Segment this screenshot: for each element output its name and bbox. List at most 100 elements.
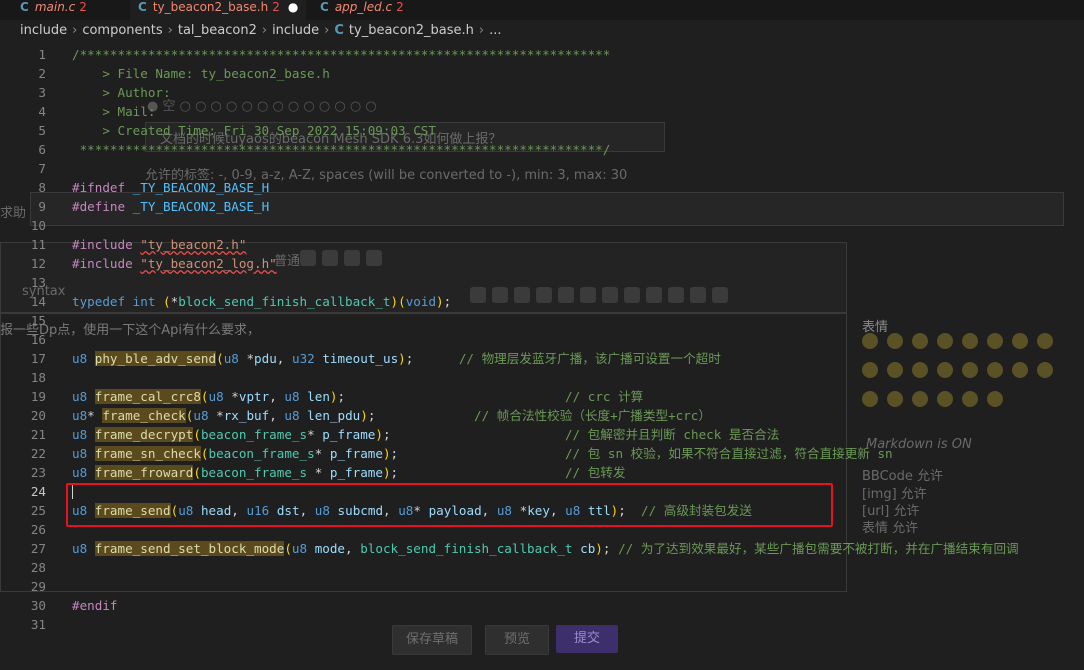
code-text: ****************************************… xyxy=(72,142,611,157)
code-line[interactable]: 21 u8 frame_decrypt(beacon_frame_s* p_fra… xyxy=(0,425,1084,444)
line-number: 14 xyxy=(30,294,46,309)
line-number: 30 xyxy=(30,598,46,613)
c-file-icon: C xyxy=(320,0,329,14)
tab-ty-beacon2-base-h[interactable]: Cty_beacon2_base.h 2 ● xyxy=(130,0,307,20)
line-number: 16 xyxy=(30,332,46,347)
code-text: > Created Time: Fri 30 Sep 2022 15:09:03… xyxy=(72,123,436,138)
code-text: typedef int (*block_send_finish_callback… xyxy=(72,294,452,309)
code-text: #endif xyxy=(72,598,118,613)
code-text: /***************************************… xyxy=(72,47,611,62)
code-line[interactable]: 14 typedef int (*block_send_finish_callba… xyxy=(0,292,1084,311)
line-number: 4 xyxy=(38,104,46,119)
line-number: 12 xyxy=(30,256,46,271)
chevron-right-icon: › xyxy=(72,23,78,38)
line-number: 26 xyxy=(30,522,46,537)
chevron-right-icon: › xyxy=(167,23,173,38)
code-line[interactable]: 10 xyxy=(0,216,1084,235)
line-number: 20 xyxy=(30,408,46,423)
line-number: 17 xyxy=(30,351,46,366)
code-line[interactable]: 12 #include "ty_beacon2_log.h" xyxy=(0,254,1084,273)
line-number: 3 xyxy=(38,85,46,100)
code-text: #include "ty_beacon2.h" xyxy=(72,237,247,252)
code-line[interactable]: 22 u8 frame_sn_check(beacon_frame_s* p_fr… xyxy=(0,444,1084,463)
line-number: 27 xyxy=(30,541,46,556)
line-number: 29 xyxy=(30,579,46,594)
line-number: 21 xyxy=(30,427,46,442)
line-number: 8 xyxy=(38,180,46,195)
line-number: 9 xyxy=(38,199,46,214)
code-text: u8 frame_cal_crc8(u8 *vptr, u8 len); // … xyxy=(72,389,644,404)
code-line[interactable]: 1 /**************************************… xyxy=(0,45,1084,64)
code-line[interactable]: 30 #endif xyxy=(0,596,1084,615)
breadcrumb-item[interactable]: ty_beacon2_base.h xyxy=(349,23,474,38)
breadcrumb-item[interactable]: ... xyxy=(489,23,501,38)
c-file-icon: C xyxy=(138,0,147,14)
code-line[interactable]: 5 > Created Time: Fri 30 Sep 2022 15:09:… xyxy=(0,121,1084,140)
breadcrumb: include › components › tal_beacon2 › include › C… xyxy=(0,20,1084,42)
code-line[interactable]: 9 #define _TY_BEACON2_BASE_H xyxy=(0,197,1084,216)
line-number: 1 xyxy=(38,47,46,62)
line-number: 24 xyxy=(30,484,46,499)
line-number: 6 xyxy=(38,142,46,157)
code-line[interactable]: 20 u8* frame_check(u8 *rx_buf, u8 len_pdu… xyxy=(0,406,1084,425)
line-number: 28 xyxy=(30,560,46,575)
code-line[interactable]: 31 xyxy=(0,615,1084,634)
line-number: 23 xyxy=(30,465,46,480)
code-line[interactable]: 29 xyxy=(0,577,1084,596)
code-text: u8 phy_ble_adv_send(u8 *pdu, u32 timeout… xyxy=(72,351,721,366)
code-text: #include "ty_beacon2_log.h" xyxy=(72,256,277,271)
code-line[interactable]: 3 > Author: xyxy=(0,83,1084,102)
code-text: #ifndef _TY_BEACON2_BASE_H xyxy=(72,180,270,195)
code-line[interactable]: 13 xyxy=(0,273,1084,292)
code-text: > Mail: xyxy=(72,104,156,119)
code-line[interactable]: 19 u8 frame_cal_crc8(u8 *vptr, u8 len); /… xyxy=(0,387,1084,406)
code-line[interactable]: 6 **************************************… xyxy=(0,140,1084,159)
code-text: #define _TY_BEACON2_BASE_H xyxy=(72,199,270,214)
line-number: 22 xyxy=(30,446,46,461)
tab-app-led-c[interactable]: Capp_led.c 2 xyxy=(312,0,412,20)
breadcrumb-item[interactable]: components xyxy=(82,23,162,38)
line-number: 15 xyxy=(30,313,46,328)
code-line[interactable]: 23 u8 frame_froward(beacon_frame_s * p_fr… xyxy=(0,463,1084,482)
code-line[interactable]: 7 xyxy=(0,159,1084,178)
code-line[interactable]: 4 > Mail: xyxy=(0,102,1084,121)
code-text: u8 frame_decrypt(beacon_frame_s* p_frame… xyxy=(72,427,780,442)
error-count: 2 xyxy=(272,0,280,14)
code-line[interactable]: 11 #include "ty_beacon2.h" xyxy=(0,235,1084,254)
code-line[interactable]: 16 xyxy=(0,330,1084,349)
line-number: 19 xyxy=(30,389,46,404)
breadcrumb-item[interactable]: include xyxy=(20,23,67,38)
breadcrumb-item[interactable]: include xyxy=(272,23,319,38)
code-line[interactable]: 28 xyxy=(0,558,1084,577)
c-file-icon: C xyxy=(334,23,344,38)
unsaved-dot-icon[interactable]: ● xyxy=(288,0,298,14)
editor-tab-bar: Cmain.c 2 Cty_beacon2_base.h 2 ● Capp_led.c… xyxy=(0,0,1084,20)
code-line[interactable]: 18 xyxy=(0,368,1084,387)
line-number: 11 xyxy=(30,237,46,252)
code-text: u8 frame_froward(beacon_frame_s * p_fram… xyxy=(72,465,626,480)
chevron-right-icon: › xyxy=(324,23,330,38)
tab-label: main.c xyxy=(34,0,76,14)
chevron-right-icon: › xyxy=(261,23,268,38)
line-number: 31 xyxy=(30,617,46,632)
line-number: 13 xyxy=(30,275,46,290)
code-line[interactable]: 17 u8 phy_ble_adv_send(u8 *pdu, u32 timeo… xyxy=(0,349,1084,368)
tab-main-c[interactable]: Cmain.c 2 xyxy=(12,0,95,20)
error-count: 2 xyxy=(79,0,87,14)
code-text: u8 frame_sn_check(beacon_frame_s* p_fram… xyxy=(72,446,893,461)
code-line[interactable]: 27 u8 frame_send_set_block_mode(u8 mode, … xyxy=(0,539,1084,558)
line-number: 25 xyxy=(30,503,46,518)
line-number: 2 xyxy=(38,66,46,81)
code-line[interactable]: 8 #ifndef _TY_BEACON2_BASE_H xyxy=(0,178,1084,197)
tab-label: ty_beacon2_base.h xyxy=(152,0,269,14)
line-number: 18 xyxy=(30,370,46,385)
code-line[interactable]: 15 xyxy=(0,311,1084,330)
tab-label: app_led.c xyxy=(334,0,393,14)
c-file-icon: C xyxy=(20,0,29,14)
breadcrumb-item[interactable]: tal_beacon2 xyxy=(178,23,257,38)
code-text: > Author: xyxy=(72,85,171,100)
code-line[interactable]: 2 > File Name: ty_beacon2_base.h xyxy=(0,64,1084,83)
code-text: u8 frame_send_set_block_mode(u8 mode, bl… xyxy=(72,541,1019,556)
code-text: > File Name: ty_beacon2_base.h xyxy=(72,66,330,81)
highlight-annotation xyxy=(66,483,833,527)
